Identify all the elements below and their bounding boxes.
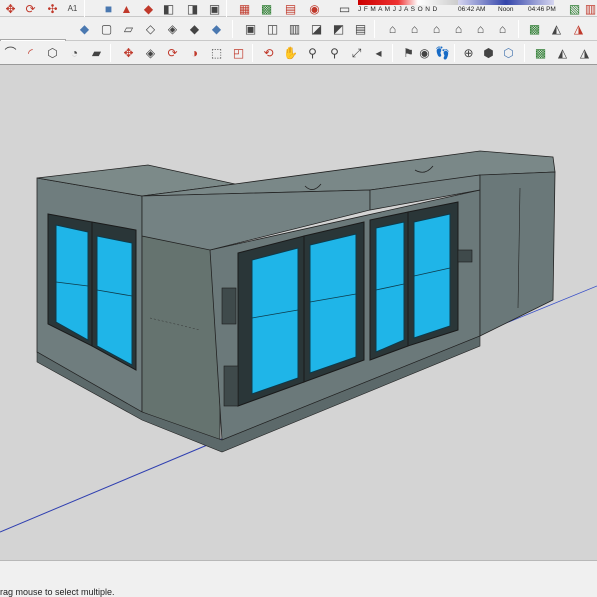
interior-shelf-left-lower xyxy=(223,365,239,407)
move-icon[interactable]: ✣ xyxy=(44,0,61,17)
zoom-extents-icon[interactable]: ⤢ xyxy=(348,44,365,61)
follow-me-tool-icon[interactable]: ◑ xyxy=(186,44,203,61)
xray-icon[interactable]: ▢ xyxy=(98,20,115,37)
right-end-face xyxy=(479,171,556,337)
offset-icon[interactable]: ◰ xyxy=(230,44,247,61)
scale-icon[interactable]: ⬚ xyxy=(208,44,225,61)
walk-icon[interactable]: 👣 xyxy=(434,44,451,61)
interior-shelf-right xyxy=(457,249,473,263)
orbit-icon[interactable]: ⟲ xyxy=(260,44,277,61)
house-iso-icon[interactable]: ⌂ xyxy=(384,20,401,37)
arc-icon[interactable]: ◜ xyxy=(22,44,39,61)
entity-info-icon[interactable]: ▤ xyxy=(352,20,369,37)
house-front-icon[interactable]: ⌂ xyxy=(428,20,445,37)
push-pull-icon[interactable]: ◈ xyxy=(142,44,159,61)
shadow-time-noon: Noon xyxy=(498,6,514,13)
status-bar: rag mouse to select multiple. xyxy=(0,560,597,597)
shaded-with-textures-icon[interactable]: ◆ xyxy=(208,20,225,37)
get-models-icon[interactable]: ▩ xyxy=(258,0,275,17)
middle-glass-pane-1 xyxy=(251,247,299,395)
warehouse-icon[interactable]: ▦ xyxy=(236,0,253,17)
shadow-months-label: J F M A M J J A S O N D xyxy=(358,6,438,13)
drape-icon[interactable]: ◮ xyxy=(576,44,593,61)
hidden-line-icon[interactable]: ◈ xyxy=(164,20,181,37)
house-left-icon[interactable]: ⌂ xyxy=(494,20,511,37)
toggle-terrain-icon[interactable]: ▥ xyxy=(582,0,597,17)
smoove-icon[interactable]: ◭ xyxy=(548,20,565,37)
house-right-icon[interactable]: ⌂ xyxy=(450,20,467,37)
extension-warehouse-icon[interactable]: ◉ xyxy=(306,0,323,17)
sandbox-icon[interactable]: ▩ xyxy=(526,20,543,37)
left-glass-pane-2 xyxy=(96,235,133,366)
styles-icon[interactable]: ▥ xyxy=(286,20,303,37)
shadow-date-slider[interactable]: J F M A M J J A S O N D xyxy=(358,0,458,15)
shadow-time-start: 06:42 AM xyxy=(458,6,486,13)
scenes-icon[interactable]: ◪ xyxy=(308,20,325,37)
outliner-icon[interactable]: ◩ xyxy=(330,20,347,37)
shadow-time-slider[interactable]: 06:42 AM Noon 04:46 PM xyxy=(458,0,556,15)
pan-icon[interactable]: ✋ xyxy=(282,44,299,61)
rotate-icon[interactable]: ⟳ xyxy=(22,0,39,17)
components-icon[interactable]: ▣ xyxy=(242,20,259,37)
shaded-icon[interactable]: ◆ xyxy=(186,20,203,37)
interior-shelf-left xyxy=(221,287,237,325)
toolbar-row-1: ✥ ⟳ ✣ A1 ■ ▲ ◆ ◧ ◨ ▣ ▦ ▩ ▤ ◉ ▭ J F M A M… xyxy=(0,0,597,18)
section-plane-icon[interactable]: ⊕ xyxy=(460,44,477,61)
text-icon[interactable]: A1 xyxy=(64,0,81,17)
stamp-icon[interactable]: ◮ xyxy=(570,20,587,37)
middle-glass-pane-2 xyxy=(309,233,357,374)
look-around-icon[interactable]: ◉ xyxy=(416,44,433,61)
right-glass-pane-2 xyxy=(413,213,451,339)
freehand-icon[interactable]: ⌒ xyxy=(2,44,19,61)
sketchup-window: ✥ ⟳ ✣ A1 ■ ▲ ◆ ◧ ◨ ▣ ▦ ▩ ▤ ◉ ▭ J F M A M… xyxy=(0,0,597,597)
zoom-icon[interactable]: ⚲ xyxy=(304,44,321,61)
view-iso-icon[interactable]: ■ xyxy=(100,0,117,17)
rotate-tool-icon[interactable]: ⟳ xyxy=(164,44,181,61)
view-top-icon[interactable]: ▲ xyxy=(118,0,135,17)
view-back-icon[interactable]: ◨ xyxy=(184,0,201,17)
display-section-planes-icon[interactable]: ⬢ xyxy=(480,44,497,61)
follow-me-icon[interactable]: ✥ xyxy=(2,0,19,17)
display-section-cuts-icon[interactable]: ⬡ xyxy=(500,44,517,61)
status-hint-text: rag mouse to select multiple. xyxy=(0,587,115,597)
shadows-icon[interactable]: ▭ xyxy=(336,0,353,17)
wireframe-icon[interactable]: ◇ xyxy=(142,20,159,37)
shadow-time-end: 04:46 PM xyxy=(528,6,556,13)
view-left-icon[interactable]: ▣ xyxy=(206,0,223,17)
materials-icon[interactable]: ◫ xyxy=(264,20,281,37)
position-camera-icon[interactable]: ⚑ xyxy=(400,44,417,61)
polygon-icon[interactable]: ⬡ xyxy=(44,44,61,61)
toolbar-row-3: ⌒ ◜ ⬡ ◔ ▰ ✥ ◈ ⟳ ◑ ⬚ ◰ ⟲ ✋ ⚲ ⚲ ⤢ ◂ ⚑ ◉ 👣 … xyxy=(0,41,597,65)
move-tool-icon[interactable]: ✥ xyxy=(120,44,137,61)
back-edges-icon[interactable]: ▱ xyxy=(120,20,137,37)
house-top-icon[interactable]: ⌂ xyxy=(406,20,423,37)
model-scene xyxy=(0,150,597,533)
house-back-icon[interactable]: ⌂ xyxy=(472,20,489,37)
view-right-icon[interactable]: ◧ xyxy=(160,0,177,17)
from-scratch-icon[interactable]: ◭ xyxy=(554,44,571,61)
view-front-icon[interactable]: ◆ xyxy=(140,0,157,17)
previous-view-icon[interactable]: ◂ xyxy=(370,44,387,61)
add-location-icon[interactable]: ▧ xyxy=(566,0,583,17)
zoom-window-icon[interactable]: ⚲ xyxy=(326,44,343,61)
toolbar-row-2: er0 ▼ ◆ ▢ ▱ ◇ ◈ ◆ ◆ ▣ ◫ ▥ ◪ ◩ ▤ ⌂ ⌂ ⌂ ⌂ … xyxy=(0,17,597,54)
share-model-icon[interactable]: ▤ xyxy=(282,0,299,17)
pie-icon[interactable]: ◔ xyxy=(66,44,83,61)
layer-manager-icon[interactable]: ◆ xyxy=(76,20,93,37)
blue-axis-line xyxy=(0,437,225,533)
model-viewport[interactable] xyxy=(0,66,597,560)
rectangle-icon[interactable]: ▰ xyxy=(88,44,105,61)
from-contours-icon[interactable]: ▩ xyxy=(532,44,549,61)
